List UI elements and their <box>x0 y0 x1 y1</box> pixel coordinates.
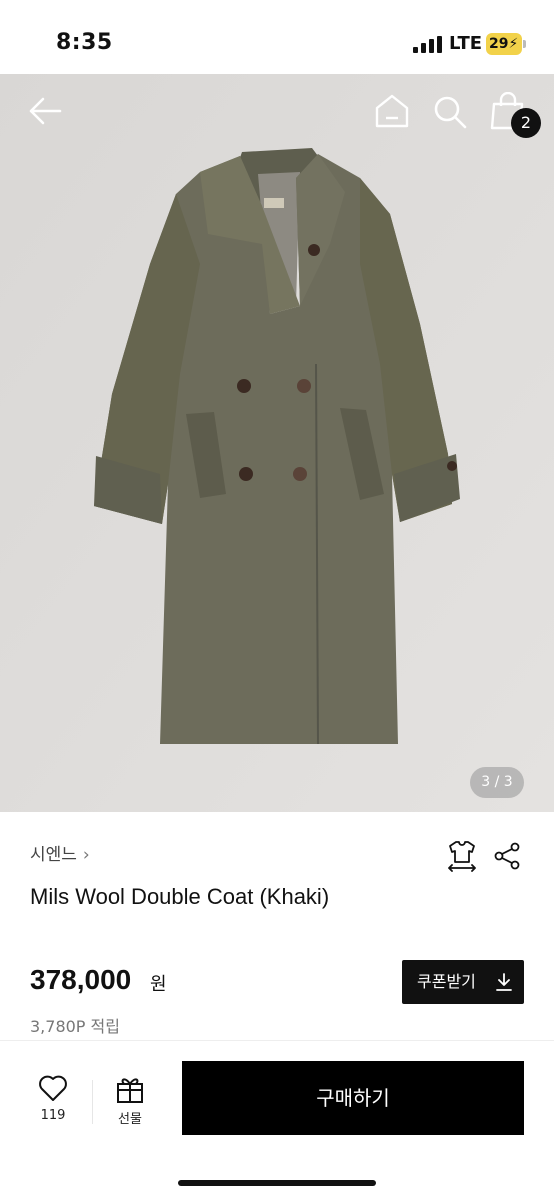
heart-icon <box>39 1075 67 1101</box>
battery-level: 29 <box>489 36 509 52</box>
battery-icon: 29⚡ <box>486 33 522 55</box>
bottom-divider <box>92 1080 93 1124</box>
price-currency: 원 <box>150 974 167 995</box>
gift-icon <box>117 1078 143 1103</box>
network-label: LTE <box>449 33 483 54</box>
status-bar: 8:35 LTE 29⚡ <box>0 0 554 74</box>
product-price: 378,000 <box>30 964 132 995</box>
brand-name: 시엔느 <box>30 845 77 865</box>
buy-button[interactable]: 구매하기 <box>182 1061 524 1135</box>
gift-label: 선물 <box>118 1112 142 1127</box>
like-count: 119 <box>40 1108 66 1123</box>
brand-link[interactable]: 시엔느 › <box>30 840 90 865</box>
battery-cap <box>523 40 526 48</box>
signal-icon <box>413 36 443 53</box>
image-page-indicator: 3 / 3 <box>470 767 524 798</box>
back-arrow-icon[interactable] <box>28 96 62 126</box>
coupon-label: 쿠폰받기 <box>417 972 476 991</box>
status-time: 8:35 <box>56 30 113 55</box>
product-image-gallery[interactable]: 3 / 3 <box>0 74 554 812</box>
like-button[interactable]: 119 <box>28 1074 78 1134</box>
download-icon <box>496 973 512 991</box>
share-icon[interactable] <box>493 842 521 870</box>
search-icon[interactable] <box>432 94 468 130</box>
chevron-right-icon: › <box>82 845 90 865</box>
reward-points: 3,780P 적립 <box>30 1017 120 1036</box>
home-indicator[interactable] <box>178 1180 376 1186</box>
coupon-download-button[interactable]: 쿠폰받기 <box>402 960 524 1004</box>
coat-image <box>0 74 554 812</box>
gift-button[interactable]: 선물 <box>105 1074 155 1134</box>
cart-count-badge: 2 <box>511 108 541 138</box>
size-guide-icon[interactable] <box>446 840 478 872</box>
product-title: Mils Wool Double Coat (Khaki) <box>30 884 330 909</box>
section-divider <box>0 1040 554 1041</box>
home-icon[interactable] <box>374 94 410 128</box>
